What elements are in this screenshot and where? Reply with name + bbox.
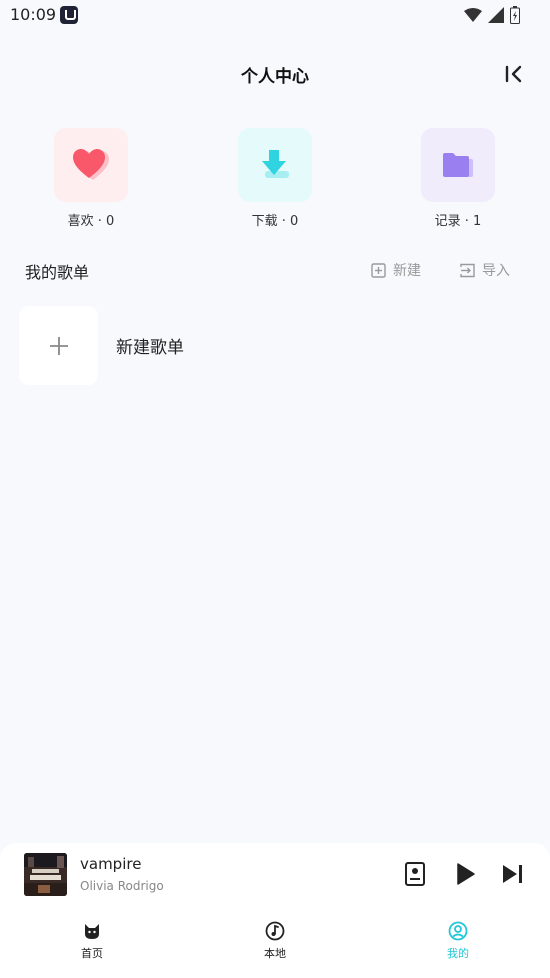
- nav-local-label: 本地: [264, 947, 286, 960]
- downloads-tile: [238, 128, 312, 202]
- song-artist: Olivia Rodrigo: [80, 879, 164, 893]
- bottom-nav: 首页 本地 我的: [0, 909, 550, 978]
- downloads-label: 下载 · 0: [251, 214, 299, 229]
- folder-icon: [443, 153, 473, 177]
- signal-icon: [488, 7, 504, 23]
- create-playlist-item[interactable]: 新建歌单: [19, 306, 184, 385]
- play-icon[interactable]: [452, 861, 478, 887]
- screen: 10:09 个人中心 喜欢 · 0 下载 · 0 记录 · 1 我的歌单 新建 …: [0, 0, 550, 978]
- playlist-queue-icon[interactable]: [402, 861, 428, 887]
- history-card[interactable]: 记录 · 1: [403, 128, 513, 229]
- plus-square-icon: [371, 262, 386, 278]
- import-button[interactable]: 导入: [460, 260, 510, 280]
- favorites-tile: [54, 128, 128, 202]
- import-label: 导入: [482, 263, 510, 279]
- status-bar: 10:09: [0, 0, 550, 32]
- favorites-card[interactable]: 喜欢 · 0: [36, 128, 146, 229]
- page-title: 个人中心: [241, 67, 309, 87]
- app-notification-icon: [60, 6, 78, 24]
- plus-icon: [49, 336, 68, 355]
- collapse-left-icon[interactable]: [502, 62, 526, 86]
- nav-local[interactable]: 本地: [235, 921, 315, 961]
- playlists-title: 我的歌单: [25, 263, 90, 282]
- favorites-label: 喜欢 · 0: [67, 214, 115, 229]
- create-playlist-thumb: [19, 306, 98, 385]
- cat-icon: [85, 924, 99, 939]
- nav-me-label: 我的: [447, 947, 469, 960]
- heart-icon: [73, 149, 109, 180]
- download-icon: [262, 150, 289, 178]
- wifi-icon: [464, 8, 482, 22]
- history-label: 记录 · 1: [434, 214, 482, 229]
- history-tile: [421, 128, 495, 202]
- import-icon: [460, 263, 475, 277]
- create-playlist-label: 新建歌单: [116, 338, 184, 358]
- downloads-card[interactable]: 下载 · 0: [220, 128, 330, 229]
- battery-icon: [510, 6, 520, 24]
- nav-me[interactable]: 我的: [418, 921, 498, 961]
- skip-next-icon[interactable]: [500, 861, 526, 887]
- music-note-icon: [265, 921, 285, 941]
- mini-player[interactable]: vampire Olivia Rodrigo: [0, 843, 550, 909]
- status-time: 10:09: [10, 5, 57, 24]
- new-playlist-label: 新建: [393, 263, 421, 279]
- song-title: vampire: [80, 855, 142, 873]
- nav-home-label: 首页: [81, 947, 103, 960]
- album-art-image: [24, 853, 67, 896]
- nav-home[interactable]: 首页: [52, 921, 132, 961]
- status-icons: [464, 6, 520, 24]
- user-circle-icon: [448, 921, 468, 941]
- playlists-section-header: 我的歌单 新建 导入: [0, 256, 550, 284]
- new-playlist-button[interactable]: 新建: [371, 260, 421, 280]
- quick-cards: 喜欢 · 0 下载 · 0 记录 · 1: [0, 128, 550, 238]
- header: 个人中心: [0, 56, 550, 92]
- album-cover[interactable]: [24, 853, 67, 896]
